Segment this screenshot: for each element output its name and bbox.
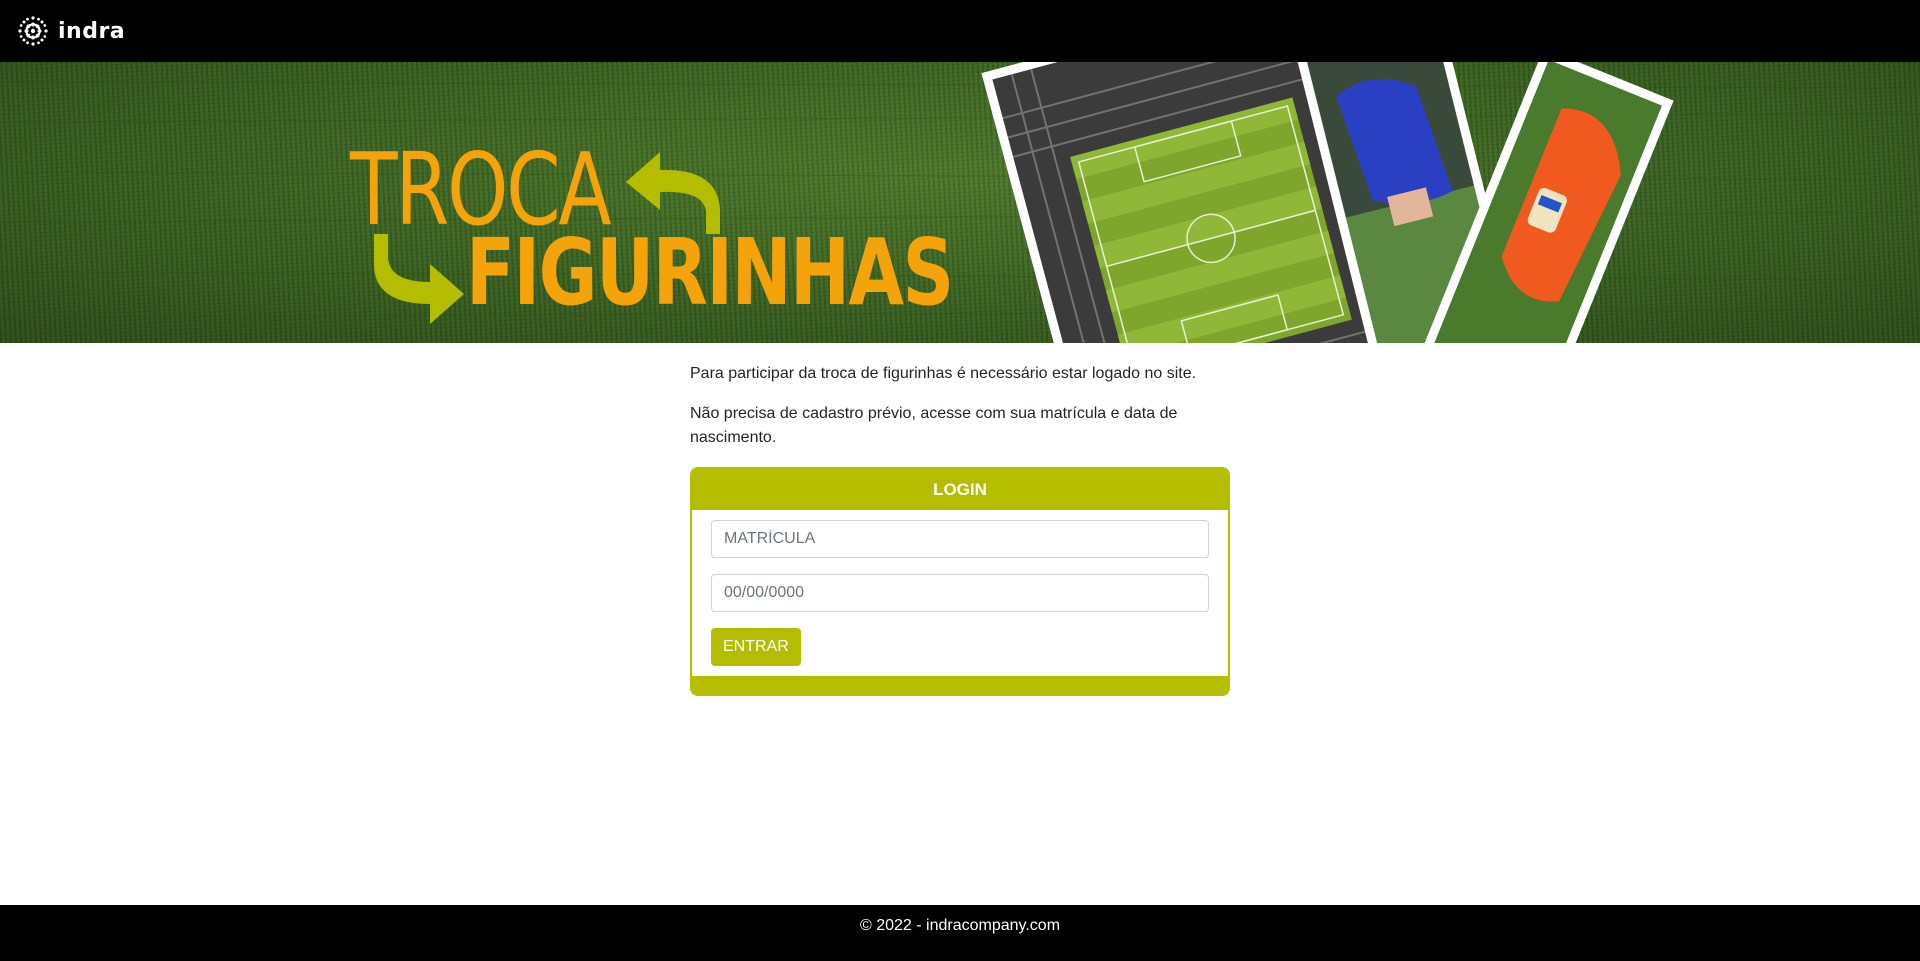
- swap-arrow-right-icon: [374, 234, 464, 324]
- top-navbar: indra: [0, 0, 1920, 62]
- login-submit-button[interactable]: ENTRAR: [711, 628, 801, 666]
- login-card-header: LOGIN: [692, 469, 1228, 510]
- intro-section: Para participar da troca de figurinhas é…: [690, 362, 1230, 466]
- footer-copyright: © 2022 - indracompany.com: [859, 917, 1061, 934]
- login-card-footer: [692, 676, 1228, 694]
- intro-paragraph-no-signup: Não precisa de cadastro prévio, acesse c…: [690, 405, 1178, 446]
- login-card: LOGIN ENTRAR: [690, 467, 1230, 696]
- brand-name: indra: [58, 18, 126, 44]
- login-form: ENTRAR: [692, 510, 1228, 666]
- brand-link[interactable]: indra: [16, 13, 125, 49]
- page-footer: © 2022 - indracompany.com: [0, 905, 1920, 961]
- matricula-input[interactable]: [711, 520, 1209, 558]
- birthdate-input[interactable]: [711, 574, 1209, 612]
- indra-logo-icon: [18, 16, 48, 46]
- intro-paragraph-login-required: Para participar da troca de figurinhas é…: [690, 365, 1197, 382]
- hero-title-figurinhas: FIGURINHAS: [466, 219, 954, 326]
- hero-banner: TROCA FIGURINHAS: [0, 62, 1920, 343]
